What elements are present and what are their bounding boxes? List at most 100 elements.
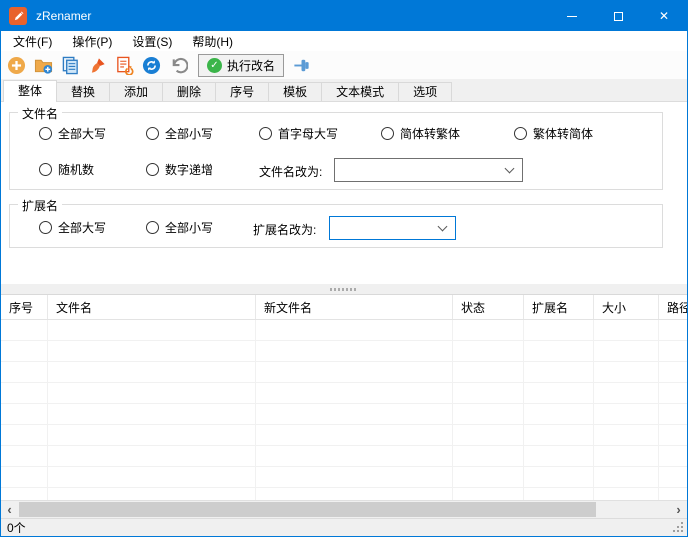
horizontal-splitter[interactable]: [1, 284, 687, 294]
undo-button[interactable]: [168, 55, 188, 75]
tab-text-mode[interactable]: 文本模式: [321, 82, 399, 101]
grid-column-line: [47, 320, 48, 500]
column-header-extension[interactable]: 扩展名: [524, 295, 594, 319]
radio-filename-uppercase[interactable]: 全部大写: [39, 125, 106, 142]
extension-groupbox: 扩展名 全部大写 全部小写 扩展名改为:: [9, 204, 663, 248]
tab-options[interactable]: 选项: [398, 82, 452, 101]
tab-add[interactable]: 添加: [109, 82, 163, 101]
undo-icon: [169, 56, 188, 75]
statusbar: 0个: [1, 518, 687, 536]
extension-group-title: 扩展名: [18, 197, 62, 214]
toolbar: ✓ 执行改名: [1, 51, 687, 79]
documents-icon: [61, 56, 80, 75]
clear-list-button[interactable]: [87, 55, 107, 75]
radio-label: 随机数: [58, 161, 94, 178]
tab-replace[interactable]: 替换: [56, 82, 110, 101]
radio-icon: [514, 127, 527, 140]
radio-icon: [381, 127, 394, 140]
execute-rename-label: 执行改名: [227, 57, 275, 74]
pin-icon: [292, 56, 311, 75]
refresh-icon: [142, 56, 161, 75]
minimize-icon: [567, 16, 577, 17]
reset-names-button[interactable]: [114, 55, 134, 75]
column-header-size[interactable]: 大小: [594, 295, 659, 319]
file-grid: 序号 文件名 新文件名 状态 扩展名 大小 路径 ‹ ›: [1, 294, 687, 518]
pin-window-button[interactable]: [291, 55, 311, 75]
window-title: zRenamer: [36, 9, 91, 23]
radio-icon: [146, 127, 159, 140]
radio-icon: [39, 221, 52, 234]
filename-groupbox: 文件名 全部大写 全部小写 首字母大写 简体转繁体 繁体转简体: [9, 112, 663, 190]
minimize-button[interactable]: [549, 1, 595, 31]
radio-label: 全部大写: [58, 125, 106, 142]
grid-column-line: [658, 320, 659, 500]
menu-settings[interactable]: 设置(S): [122, 31, 182, 51]
radio-icon: [39, 163, 52, 176]
menu-help[interactable]: 帮助(H): [182, 31, 243, 51]
brush-icon: [88, 56, 107, 75]
column-header-new-filename[interactable]: 新文件名: [256, 295, 453, 319]
maximize-button[interactable]: [595, 1, 641, 31]
menu-operate[interactable]: 操作(P): [62, 31, 122, 51]
resize-grip-icon[interactable]: [681, 530, 683, 532]
execute-rename-button[interactable]: ✓ 执行改名: [198, 54, 284, 77]
extension-rename-label: 扩展名改为:: [253, 221, 316, 238]
file-count-label: 0个: [7, 519, 26, 536]
radio-label: 数字递增: [165, 161, 213, 178]
column-header-filename[interactable]: 文件名: [48, 295, 256, 319]
grid-column-line: [255, 320, 256, 500]
scroll-left-icon[interactable]: ‹: [1, 501, 18, 518]
add-folder-icon: [34, 56, 53, 75]
radio-extension-uppercase[interactable]: 全部大写: [39, 219, 106, 236]
app-logo-icon: [9, 7, 27, 25]
app-window: zRenamer ✕ 文件(F) 操作(P) 设置(S) 帮助(H): [0, 0, 688, 537]
close-icon: ✕: [659, 10, 669, 22]
tab-number[interactable]: 序号: [215, 82, 269, 101]
radio-label: 繁体转简体: [533, 125, 593, 142]
chevron-down-icon: [438, 222, 448, 232]
column-header-status[interactable]: 状态: [453, 295, 524, 319]
tab-delete[interactable]: 删除: [162, 82, 216, 101]
tabstrip: 整体 替换 添加 删除 序号 模板 文本模式 选项: [1, 79, 687, 101]
menu-file[interactable]: 文件(F): [3, 31, 62, 51]
radio-label: 首字母大写: [278, 125, 338, 142]
filename-rename-label: 文件名改为:: [259, 163, 322, 180]
radio-icon: [146, 221, 159, 234]
file-list-button[interactable]: [60, 55, 80, 75]
radio-filename-traditional-to-simplified[interactable]: 繁体转简体: [514, 125, 593, 142]
radio-filename-lowercase[interactable]: 全部小写: [146, 125, 213, 142]
column-header-index[interactable]: 序号: [1, 295, 48, 319]
extension-rename-combobox[interactable]: [329, 216, 456, 240]
document-refresh-icon: [115, 56, 134, 75]
refresh-button[interactable]: [141, 55, 161, 75]
close-button[interactable]: ✕: [641, 1, 687, 31]
maximize-icon: [614, 12, 623, 21]
chevron-down-icon: [505, 164, 515, 174]
radio-extension-lowercase[interactable]: 全部小写: [146, 219, 213, 236]
radio-label: 简体转繁体: [400, 125, 460, 142]
horizontal-scrollbar[interactable]: ‹ ›: [1, 500, 687, 518]
radio-filename-increment[interactable]: 数字递增: [146, 161, 213, 178]
scrollbar-thumb[interactable]: [19, 502, 596, 517]
radio-label: 全部小写: [165, 125, 213, 142]
file-grid-header: 序号 文件名 新文件名 状态 扩展名 大小 路径: [1, 295, 687, 320]
window-controls: ✕: [549, 1, 687, 31]
add-folder-button[interactable]: [33, 55, 53, 75]
check-icon: ✓: [207, 58, 222, 73]
filename-rename-combobox[interactable]: [334, 158, 523, 182]
add-files-button[interactable]: [6, 55, 26, 75]
filename-group-title: 文件名: [18, 105, 62, 122]
radio-icon: [259, 127, 272, 140]
grid-column-line: [452, 320, 453, 500]
radio-filename-simplified-to-traditional[interactable]: 简体转繁体: [381, 125, 460, 142]
tab-whole[interactable]: 整体: [3, 80, 57, 102]
radio-filename-capitalize[interactable]: 首字母大写: [259, 125, 338, 142]
scroll-right-icon[interactable]: ›: [670, 501, 687, 518]
column-header-path[interactable]: 路径: [659, 295, 687, 319]
radio-filename-random[interactable]: 随机数: [39, 161, 94, 178]
add-icon: [7, 56, 26, 75]
tab-template[interactable]: 模板: [268, 82, 322, 101]
titlebar[interactable]: zRenamer ✕: [1, 1, 687, 31]
grid-column-line: [523, 320, 524, 500]
splitter-grip-icon: [330, 288, 358, 291]
